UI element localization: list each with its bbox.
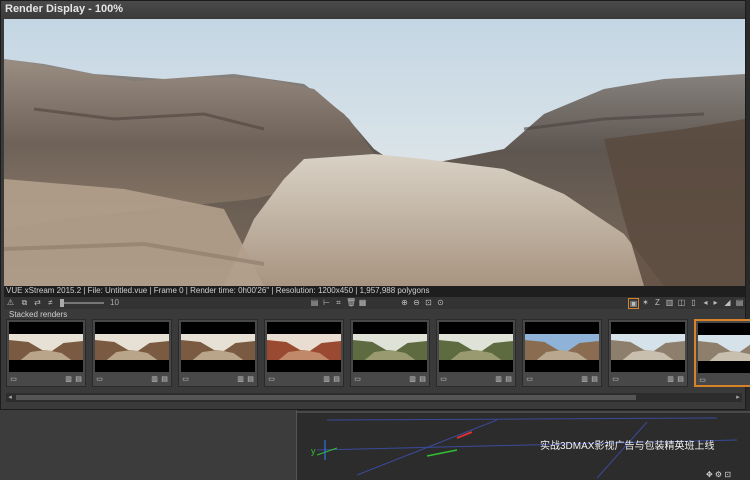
split-icon[interactable]: ▯	[689, 298, 698, 307]
scrollbar-thumb[interactable]	[16, 395, 636, 400]
stacked-render-thumbnail[interactable]: ▭ ▥▤	[264, 319, 344, 387]
note-icon[interactable]: ▤	[419, 376, 426, 383]
image-icon[interactable]: ▭	[96, 376, 103, 383]
zoom-fit-icon[interactable]: ⊡	[424, 298, 433, 307]
image-icon[interactable]: ▭	[10, 376, 17, 383]
warning-icon[interactable]: ⚠	[6, 298, 15, 307]
display-icon[interactable]: ▣	[628, 298, 639, 309]
star-icon[interactable]: ✶	[641, 298, 650, 307]
thumbnail-scene	[353, 334, 427, 360]
stack-icon[interactable]: ▤	[310, 298, 319, 307]
zoom-reset-icon[interactable]: ⊙	[436, 298, 445, 307]
thumbnail-image	[9, 322, 83, 372]
image-icon[interactable]: ▭	[182, 376, 189, 383]
thumbnail-scene	[267, 334, 341, 360]
image-icon[interactable]: ▭	[612, 376, 619, 383]
crop-icon[interactable]: ⌗	[334, 298, 343, 307]
thumbnail-image	[611, 322, 685, 372]
stacked-render-thumbnail[interactable]: ▭▥▤	[694, 319, 750, 387]
axis-label: y	[311, 446, 316, 456]
delete-icon[interactable]: ▥	[151, 376, 158, 383]
note-icon[interactable]: ▤	[247, 376, 254, 383]
render-info-text: VUE xStream 2015.2 | File: Untitled.vue …	[6, 286, 430, 295]
z-icon[interactable]: Z	[653, 298, 662, 307]
compare-view-icon[interactable]: ◫	[677, 298, 686, 307]
delete-icon[interactable]: ▥	[323, 376, 330, 383]
thumbnail-scene	[181, 334, 255, 360]
zoom-value: 10	[110, 298, 119, 307]
note-icon[interactable]: ▤	[505, 376, 512, 383]
thumbnail-scene	[95, 334, 169, 360]
thumbnail-image	[181, 322, 255, 372]
thumbnail-scene	[439, 334, 513, 360]
compare-icon[interactable]: ≠	[46, 298, 55, 307]
stacked-renders-strip: ▭▥▤▭▥▤▭▥▤▭▥▤▭▥▤▭▥▤▭▥▤▭▥▤▭▥▤	[6, 319, 750, 391]
note-icon[interactable]: ▤	[333, 376, 340, 383]
thumbnail-image	[439, 322, 513, 372]
delete-icon[interactable]: ▥	[409, 376, 416, 383]
stacked-render-thumbnail[interactable]: ▭ ▥▤	[608, 319, 688, 387]
thumbnail-scene	[698, 335, 750, 361]
stacked-render-thumbnail[interactable]: ▭ ▥▤	[178, 319, 258, 387]
stacked-render-thumbnail[interactable]: ▭ ▥▤	[92, 319, 172, 387]
delete-icon[interactable]: ▥	[581, 376, 588, 383]
stacked-renders-label: Stacked renders	[9, 310, 68, 319]
image-icon[interactable]: ▭	[268, 376, 275, 383]
render-image[interactable]	[4, 19, 745, 286]
save-image-icon[interactable]: ▤	[735, 298, 744, 307]
stacked-render-thumbnail[interactable]: ▭ ▥▤	[350, 319, 430, 387]
save-icon[interactable]: ▦	[358, 298, 367, 307]
zoom-in-icon[interactable]: ⊕	[400, 298, 409, 307]
contrast-icon[interactable]: ◢	[723, 298, 732, 307]
prev-icon[interactable]: ◂	[701, 298, 710, 307]
exposure-slider[interactable]	[60, 299, 104, 307]
thumbnail-image	[267, 322, 341, 372]
delete-icon[interactable]: ▥	[65, 376, 72, 383]
render-info-bar: VUE xStream 2015.2 | File: Untitled.vue …	[4, 286, 745, 297]
next-icon[interactable]: ▸	[711, 298, 720, 307]
note-icon[interactable]: ▤	[75, 376, 82, 383]
stacked-render-thumbnail[interactable]: ▭ ▥▤	[522, 319, 602, 387]
viewport-nav-icons[interactable]: ✥ ⚙ ⊡	[706, 470, 731, 479]
channel-icon[interactable]: ▥	[665, 298, 674, 307]
render-display-window: Render Display - 100% VUE xStream 2015.2…	[0, 0, 750, 410]
thumbnail-image	[525, 322, 599, 372]
window-titlebar[interactable]: Render Display - 100%	[1, 1, 745, 19]
thumbnail-image	[95, 322, 169, 372]
scroll-left-icon[interactable]: ◂	[6, 393, 14, 402]
note-icon[interactable]: ▤	[591, 376, 598, 383]
swap-icon[interactable]: ⇄	[33, 298, 42, 307]
thumbnail-scene	[525, 334, 599, 360]
fit-icon[interactable]: ⊢	[322, 298, 331, 307]
note-icon[interactable]: ▤	[161, 376, 168, 383]
window-title: Render Display - 100%	[5, 3, 123, 15]
delete-icon[interactable]: ▥	[667, 376, 674, 383]
horizontal-scrollbar[interactable]: ◂ ▸	[6, 393, 742, 402]
note-icon[interactable]: ▤	[677, 376, 684, 383]
image-icon[interactable]: ▭	[526, 376, 533, 383]
thumbnail-image	[353, 322, 427, 372]
scroll-right-icon[interactable]: ▸	[734, 393, 742, 402]
image-icon[interactable]: ▭	[440, 376, 447, 383]
image-icon[interactable]: ▭	[699, 377, 706, 384]
delete-icon[interactable]: ▥	[237, 376, 244, 383]
thumbnail-scene	[9, 334, 83, 360]
image-icon[interactable]: ▭	[354, 376, 361, 383]
thumbnail-image	[698, 323, 750, 373]
slider-thumb[interactable]	[60, 299, 64, 307]
delete-icon[interactable]: ▥	[495, 376, 502, 383]
thumbnail-scene	[611, 334, 685, 360]
watermark-text: 实战3DMAX影视广告与包装精英班上线	[540, 441, 715, 452]
delete-icon[interactable]: 🗑	[346, 298, 356, 307]
render-toolbar: ⚠ ⧉ ⇄ ≠ 10 ▤ ⊢ ⌗ 🗑 ▦ ⊕ ⊖ ⊡ ⊙ ▣ ✶ Z ▥ ◫ ▯…	[4, 297, 745, 309]
stacked-render-thumbnail[interactable]: ▭ ▥▤	[6, 319, 86, 387]
copy-icon[interactable]: ⧉	[20, 298, 29, 307]
canyon-render	[4, 19, 745, 286]
stacked-render-thumbnail[interactable]: ▭ ▥▤	[436, 319, 516, 387]
zoom-out-icon[interactable]: ⊖	[412, 298, 421, 307]
